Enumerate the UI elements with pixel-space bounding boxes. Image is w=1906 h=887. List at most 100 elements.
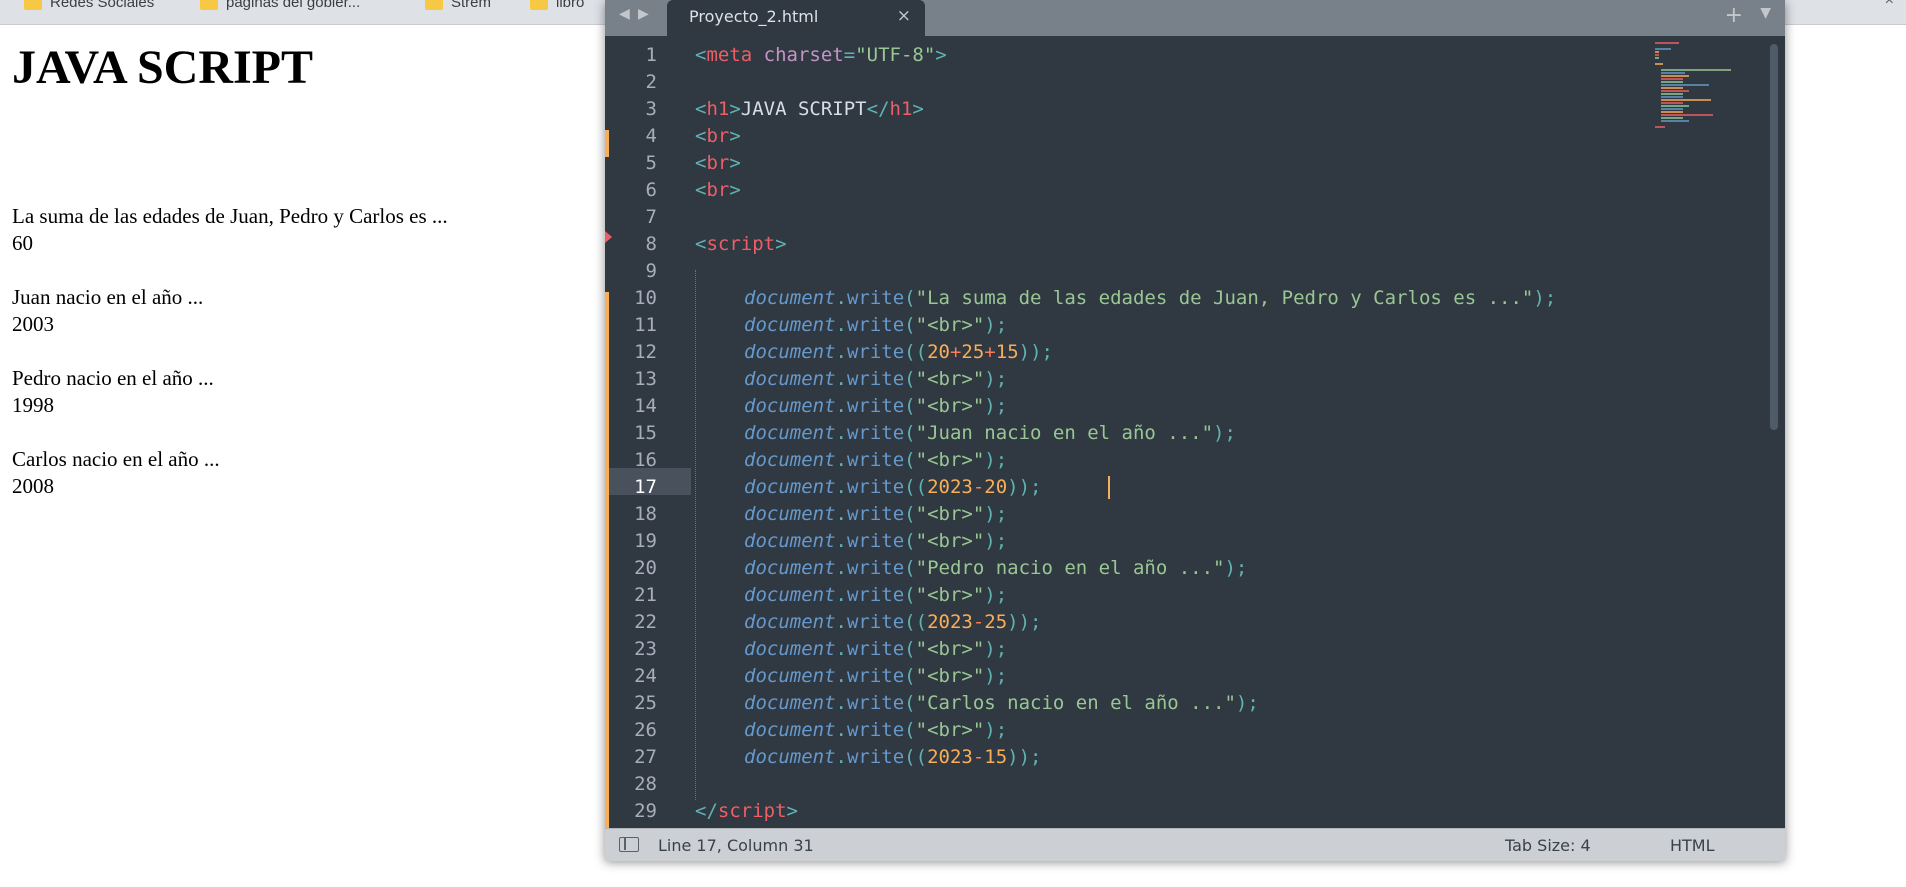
line-number[interactable]: 1 [605,42,657,69]
code-punctuation: . [835,449,847,471]
code-line[interactable]: document.write("Carlos nacio en el año .… [744,690,1259,717]
code-token: h1 [889,98,913,120]
line-number[interactable]: 14 [605,393,657,420]
line-number[interactable]: 15 [605,420,657,447]
line-number[interactable]: 26 [605,717,657,744]
minimap-line [1661,99,1711,101]
line-number[interactable]: 2 [605,69,657,96]
nav-back-icon[interactable]: ◀ [619,6,630,22]
line-number[interactable]: 8 [605,231,657,258]
code-punctuation: (( [904,746,928,768]
code-punctuation: . [835,503,847,525]
code-punctuation: ); [1213,422,1236,444]
close-icon[interactable]: × [1885,0,1894,10]
close-icon[interactable]: × [897,6,911,26]
code-punctuation: < [695,98,707,120]
line-number[interactable]: 11 [605,312,657,339]
line-number[interactable]: 24 [605,663,657,690]
minimap[interactable] [1655,42,1765,142]
code-line[interactable]: document.write("<br>"); [744,717,1007,744]
bookmark-redes-sociales[interactable]: Redes Sociales [24,0,154,12]
code-line[interactable]: document.write("<br>"); [744,636,1007,663]
line-number[interactable]: 21 [605,582,657,609]
syntax-selector[interactable]: HTML [1670,836,1715,855]
line-number[interactable]: 7 [605,204,657,231]
code-line[interactable]: document.write("<br>"); [744,366,1007,393]
nav-forward-icon[interactable]: ▶ [638,6,649,22]
code-line[interactable]: </script> [695,798,798,825]
tab-proyecto-2[interactable]: Proyecto_2.html × [667,0,925,36]
code-punctuation: + [949,341,962,363]
code-line[interactable]: document.write("<br>"); [744,663,1007,690]
line-number[interactable]: 5 [605,150,657,177]
tab-size-selector[interactable]: Tab Size: 4 [1505,836,1591,855]
line-number[interactable]: 18 [605,501,657,528]
line-number[interactable]: 6 [605,177,657,204]
code-line[interactable]: document.write((20+25+15)); [744,339,1053,366]
code-line[interactable]: document.write("<br>"); [744,447,1007,474]
code-punctuation: < [695,125,707,147]
code-punctuation: ); [984,395,1008,417]
line-number[interactable]: 20 [605,555,657,582]
code-token: "<br>" [915,584,985,606]
code-token: document [744,368,836,390]
line-number[interactable]: 22 [605,609,657,636]
minimap-line [1661,102,1683,104]
code-line[interactable]: document.write("<br>"); [744,312,1007,339]
code-punctuation [752,44,763,66]
bookmark-paginas-gobierno[interactable]: paginas del gobier... [200,0,360,12]
bookmark-strem[interactable]: Strem [425,0,491,12]
minimap-line [1661,111,1683,113]
scrollbar[interactable] [1770,44,1778,430]
code-line[interactable]: <br> [695,123,741,150]
code-line[interactable]: document.write("<br>"); [744,582,1007,609]
line-number[interactable]: 27 [605,744,657,771]
line-number[interactable]: 19 [605,528,657,555]
line-number[interactable]: 10 [605,285,657,312]
code-line[interactable]: <meta charset="UTF-8"> [695,42,947,69]
line-number[interactable]: 12 [605,339,657,366]
code-token: document [744,719,836,741]
bookmark-libro[interactable]: libro [530,0,584,12]
chevron-down-icon[interactable]: ▼ [1760,5,1771,21]
line-number[interactable]: 25 [605,690,657,717]
output-line: Juan nacio en el año ... [12,285,204,309]
code-line[interactable]: document.write("<br>"); [744,528,1007,555]
line-number[interactable]: 13 [605,366,657,393]
code-token: document [744,692,836,714]
code-line[interactable]: <script> [695,231,787,258]
line-number[interactable]: 23 [605,636,657,663]
code-line[interactable]: document.write("Pedro nacio en el año ..… [744,555,1247,582]
code-punctuation: ); [1224,557,1248,579]
code-line[interactable]: document.write((2023-15)); [744,744,1042,771]
code-line[interactable]: <br> [695,150,741,177]
code-area[interactable]: <meta charset="UTF-8"> <h1>JAVA SCRIPT</h… [695,36,1695,828]
code-line[interactable]: document.write("Juan nacio en el año ...… [744,420,1236,447]
code-token: document [744,395,836,417]
code-punctuation: (( [904,611,928,633]
code-token: write [846,314,905,336]
line-number[interactable]: 17 [605,474,657,501]
code-punctuation: ( [904,692,916,714]
code-line[interactable]: document.write("<br>"); [744,501,1007,528]
plus-icon[interactable]: + [1725,3,1743,28]
code-token: "<br>" [915,638,985,660]
code-token: document [744,449,836,471]
line-number[interactable]: 16 [605,447,657,474]
line-number[interactable]: 4 [605,123,657,150]
code-line[interactable]: document.write((2023-25)); [744,609,1042,636]
line-number[interactable]: 29 [605,798,657,825]
code-punctuation: ( [904,530,916,552]
code-punctuation: (( [904,341,928,363]
code-line[interactable]: document.write("<br>"); [744,393,1007,420]
panel-toggle-icon[interactable] [619,837,639,852]
line-number[interactable]: 28 [605,771,657,798]
line-number[interactable]: 9 [605,258,657,285]
line-number[interactable]: 3 [605,96,657,123]
code-token: charset [763,44,844,66]
code-line[interactable]: document.write("La suma de las edades de… [744,285,1556,312]
code-line[interactable]: document.write((2023-20)); [744,474,1042,501]
code-line[interactable]: <h1>JAVA SCRIPT</h1> [695,96,924,123]
code-line[interactable]: <br> [695,177,741,204]
line-gutter: 1 2 3 4 5 6 7 8 9 10 11 12 13 14 15 16 17 18 19 20 21 22 23 24 2… [605,36,691,828]
